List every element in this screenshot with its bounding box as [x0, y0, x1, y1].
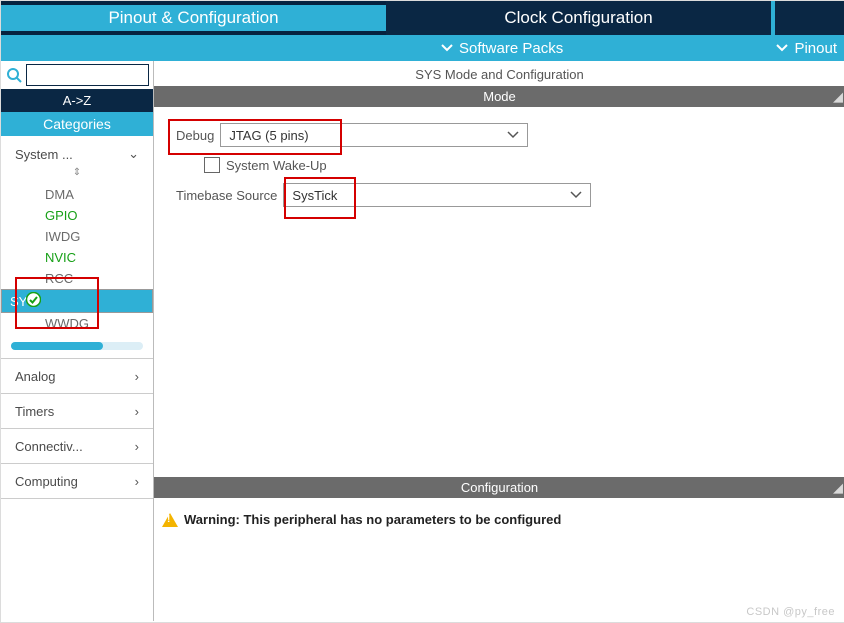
- group-label: System ...: [15, 147, 73, 162]
- sidebar-item-iwdg[interactable]: IWDG: [1, 226, 153, 247]
- chevron-down-icon: [441, 44, 453, 52]
- chevron-down-icon: [507, 131, 519, 139]
- software-packs-label: Software Packs: [459, 40, 563, 57]
- debug-label: Debug: [176, 128, 214, 143]
- group-timers[interactable]: Timers ›: [1, 404, 153, 422]
- warning-text: Warning: This peripheral has no paramete…: [184, 512, 561, 527]
- main-panel: SYS Mode and Configuration Mode ◢ Debug J…: [154, 61, 844, 621]
- chevron-right-icon: ›: [135, 474, 139, 489]
- sidebar-item-nvic[interactable]: NVIC: [1, 247, 153, 268]
- top-tabs: Pinout & Configuration Clock Configurati…: [1, 1, 844, 35]
- categories-button[interactable]: Categories: [1, 112, 153, 136]
- mode-header: Mode ◢: [154, 86, 844, 107]
- timebase-label: Timebase Source: [176, 188, 277, 203]
- pinout-label: Pinout: [794, 40, 837, 57]
- scrollbar-thumb[interactable]: [11, 342, 103, 350]
- group-label: Analog: [15, 369, 55, 384]
- chevron-down-icon: ⌄: [128, 146, 139, 162]
- check-circle-icon: [26, 292, 41, 307]
- tab-pinout-config[interactable]: Pinout & Configuration: [1, 1, 386, 35]
- group-system-core[interactable]: System ... ⌄: [1, 146, 153, 165]
- sort-az-button[interactable]: A->Z: [1, 89, 153, 112]
- warning-icon: !: [162, 513, 178, 527]
- group-label: Connectiv...: [15, 439, 83, 454]
- sidebar-item-rcc[interactable]: RCC: [1, 268, 153, 289]
- debug-select-value: JTAG (5 pins): [229, 128, 308, 143]
- chevron-down-icon: [776, 44, 788, 52]
- search-input[interactable]: [26, 64, 149, 86]
- chevron-down-icon: [570, 191, 582, 199]
- pin-icon: ⇕: [1, 167, 153, 178]
- group-analog[interactable]: Analog ›: [1, 369, 153, 387]
- sidebar-item-dma[interactable]: DMA: [1, 184, 153, 205]
- group-label: Computing: [15, 474, 78, 489]
- sub-toolbar: Software Packs Pinout: [1, 35, 844, 61]
- group-computing[interactable]: Computing ›: [1, 474, 153, 492]
- software-packs-dropdown[interactable]: Software Packs: [441, 40, 563, 57]
- chevron-right-icon: ›: [135, 404, 139, 419]
- chevron-right-icon: ›: [135, 439, 139, 454]
- debug-select[interactable]: JTAG (5 pins): [220, 123, 528, 147]
- warning-message: ! Warning: This peripheral has no parame…: [162, 512, 837, 527]
- search-icon[interactable]: [5, 66, 23, 84]
- system-wakeup-label: System Wake-Up: [226, 158, 327, 173]
- sidebar: A->Z Categories System ... ⌄ ⇕ DMA GPIO …: [1, 61, 154, 621]
- group-label: Timers: [15, 404, 54, 419]
- configuration-header-label: Configuration: [461, 480, 538, 495]
- resize-icon[interactable]: ◢: [833, 89, 843, 105]
- tab-stub: [775, 1, 844, 35]
- timebase-select-value: SysTick: [292, 188, 337, 203]
- sidebar-item-sys[interactable]: SYS: [1, 289, 153, 313]
- sidebar-item-wwdg[interactable]: WWDG: [1, 313, 153, 334]
- sidebar-item-gpio[interactable]: GPIO: [1, 205, 153, 226]
- timebase-select[interactable]: SysTick: [283, 183, 591, 207]
- chevron-right-icon: ›: [135, 369, 139, 384]
- group-scrollbar[interactable]: [11, 342, 143, 350]
- watermark: CSDN @py_free: [746, 606, 835, 618]
- tab-clock-config[interactable]: Clock Configuration: [386, 1, 771, 35]
- resize-icon[interactable]: ◢: [833, 480, 843, 496]
- panel-title: SYS Mode and Configuration: [154, 61, 844, 86]
- mode-header-label: Mode: [483, 89, 516, 104]
- pinout-dropdown[interactable]: Pinout: [776, 40, 837, 57]
- system-wakeup-checkbox[interactable]: [204, 157, 220, 173]
- group-connectivity[interactable]: Connectiv... ›: [1, 439, 153, 457]
- configuration-header: Configuration ◢: [154, 477, 844, 498]
